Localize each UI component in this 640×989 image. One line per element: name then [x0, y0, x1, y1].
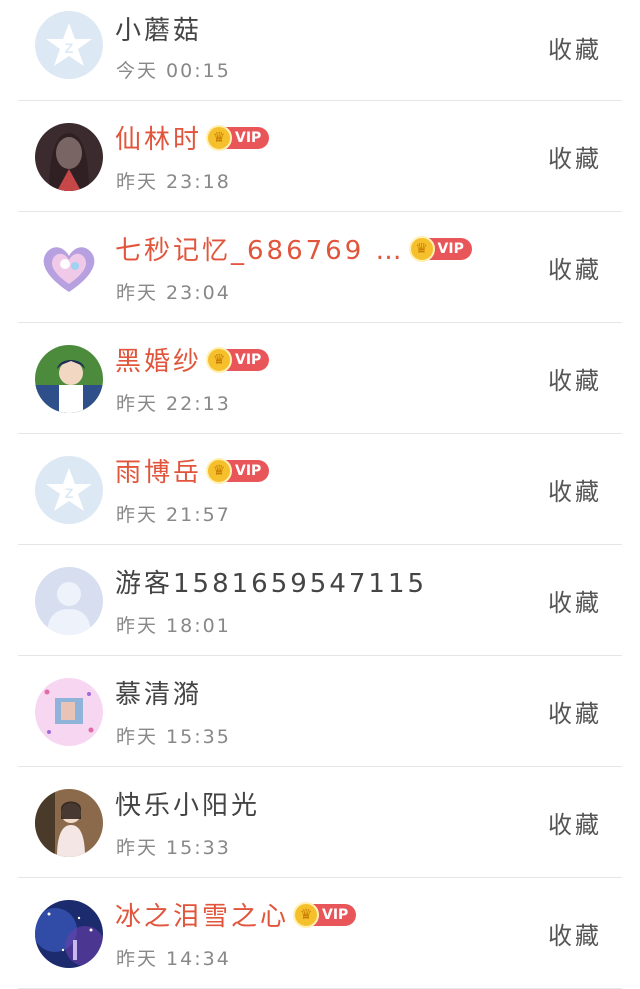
visit-time: 昨天 23:04	[116, 282, 231, 304]
avatar[interactable]	[35, 123, 103, 191]
visitor-name: 快乐小阳光	[115, 791, 261, 821]
crown-icon: ♛	[408, 235, 435, 262]
favorite-button[interactable]: 收藏	[548, 250, 602, 285]
visit-time: 昨天 15:35	[116, 726, 231, 748]
visitor-name-text: 雨博岳	[115, 458, 203, 488]
favorite-button[interactable]: 收藏	[548, 30, 602, 65]
visitor-name: 游客1581659547115	[115, 569, 428, 599]
list-item[interactable]: 慕清漪 昨天 15:35 收藏	[18, 656, 622, 767]
favorite-button[interactable]: 收藏	[548, 916, 602, 951]
user-silhouette-icon	[35, 567, 103, 635]
visit-time: 昨天 15:33	[116, 837, 231, 859]
visit-time: 昨天 18:01	[116, 615, 231, 637]
pink-frame-icon	[35, 678, 103, 746]
visitor-name: 黑婚纱 ♛ VIP	[115, 341, 270, 378]
list-item[interactable]: Z 雨博岳 ♛ VIP 昨天 21:57 收藏	[18, 434, 622, 545]
visit-time: 昨天 22:13	[116, 393, 231, 415]
list-item[interactable]: Z 小蘑菇 今天 00:15 收藏	[18, 0, 622, 101]
visitor-name-text: 七秒记忆_686769 …	[115, 236, 405, 266]
vip-badge: ♛ VIP	[293, 901, 357, 928]
list-item[interactable]: 仙林时 ♛ VIP 昨天 23:18 收藏	[18, 101, 622, 212]
crown-icon: ♛	[206, 124, 233, 151]
qzone-star-icon: Z	[35, 456, 103, 524]
crown-icon: ♛	[206, 346, 233, 373]
vip-badge: ♛ VIP	[408, 235, 472, 262]
visit-time: 今天 00:15	[116, 60, 231, 82]
heart-icon	[35, 234, 103, 302]
list-item[interactable]: 快乐小阳光 昨天 15:33 收藏	[18, 767, 622, 878]
girl-room-icon	[35, 789, 103, 857]
list-item[interactable]: 七秒记忆_686769 … ♛ VIP 昨天 23:04 收藏	[18, 212, 622, 323]
visitor-name-text: 冰之泪雪之心	[115, 902, 290, 932]
favorite-button[interactable]: 收藏	[548, 472, 602, 507]
qzone-star-icon: Z	[35, 11, 103, 79]
visit-time: 昨天 14:34	[116, 948, 231, 970]
starry-sky-icon	[35, 900, 103, 968]
visitor-name: 冰之泪雪之心 ♛ VIP	[115, 896, 357, 933]
visitor-name: 慕清漪	[115, 680, 203, 710]
crown-icon: ♛	[206, 457, 233, 484]
avatar[interactable]	[35, 345, 103, 413]
visit-time: 昨天 21:57	[116, 504, 231, 526]
svg-text:Z: Z	[65, 40, 74, 56]
vip-badge: ♛ VIP	[206, 124, 270, 151]
avatar[interactable]	[35, 900, 103, 968]
list-item[interactable]: 黑婚纱 ♛ VIP 昨天 22:13 收藏	[18, 323, 622, 434]
avatar[interactable]	[35, 678, 103, 746]
avatar[interactable]: Z	[35, 11, 103, 79]
favorite-button[interactable]: 收藏	[548, 805, 602, 840]
avatar[interactable]	[35, 567, 103, 635]
avatar[interactable]	[35, 789, 103, 857]
avatar[interactable]	[35, 234, 103, 302]
visitor-name: 仙林时 ♛ VIP	[115, 119, 270, 156]
girl-photo-icon	[35, 123, 103, 191]
favorite-button[interactable]: 收藏	[548, 694, 602, 729]
avatar[interactable]: Z	[35, 456, 103, 524]
vip-badge: ♛ VIP	[206, 346, 270, 373]
vip-badge: ♛ VIP	[206, 457, 270, 484]
svg-text:Z: Z	[65, 485, 74, 501]
favorite-button[interactable]: 收藏	[548, 139, 602, 174]
favorite-button[interactable]: 收藏	[548, 361, 602, 396]
visit-time: 昨天 23:18	[116, 171, 231, 193]
visitor-name: 七秒记忆_686769 … ♛ VIP	[115, 230, 472, 267]
visitor-name-text: 仙林时	[115, 125, 203, 155]
crown-icon: ♛	[293, 901, 320, 928]
list-item[interactable]: 冰之泪雪之心 ♛ VIP 昨天 14:34 收藏	[18, 878, 622, 989]
visitor-list: Z 小蘑菇 今天 00:15 收藏 仙林时 ♛VIP 昨天 23:18 收藏	[0, 0, 640, 989]
favorite-button[interactable]: 收藏	[548, 583, 602, 618]
anime-boy-icon	[35, 345, 103, 413]
visitor-name-text: 黑婚纱	[115, 347, 203, 377]
list-item[interactable]: 游客1581659547115 昨天 18:01 收藏	[18, 545, 622, 656]
visitor-name: 小蘑菇	[115, 16, 203, 46]
visitor-name: 雨博岳 ♛ VIP	[115, 452, 270, 489]
